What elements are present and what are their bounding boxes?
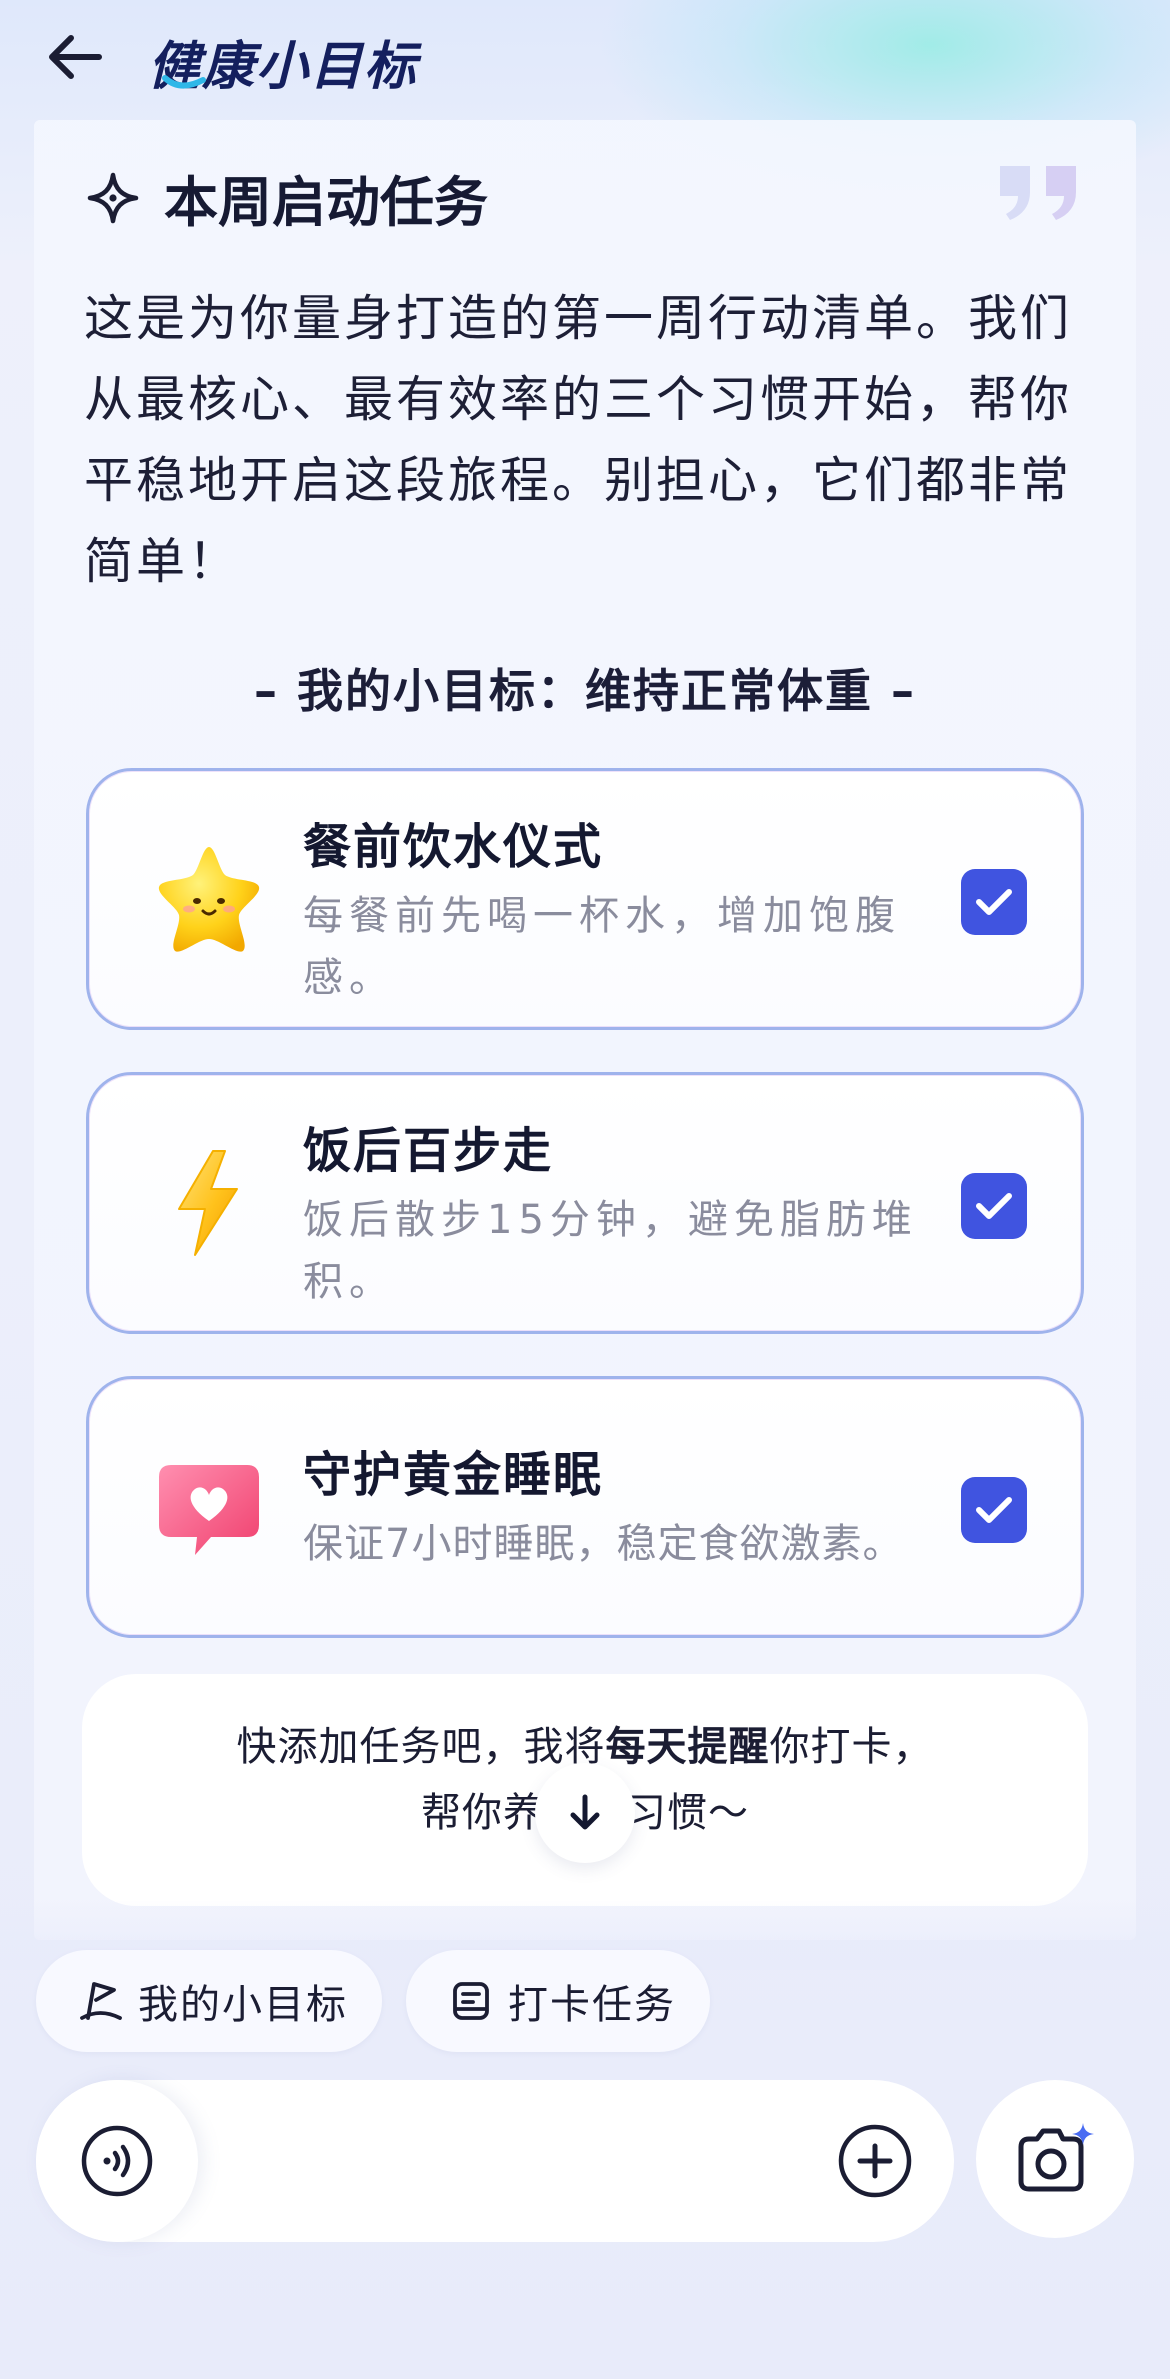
task-name: 守护黄金睡眠 xyxy=(303,1447,604,1503)
check-in-tasks-chip[interactable]: 打卡任务 xyxy=(406,1950,710,2052)
task-checkbox[interactable] xyxy=(961,869,1027,935)
flag-icon xyxy=(80,1982,122,2020)
heart-bubble-icon xyxy=(159,1465,259,1555)
star-face-icon xyxy=(158,847,260,952)
back-button[interactable] xyxy=(40,22,110,92)
checkmark-icon xyxy=(976,1193,1012,1219)
arrow-left-icon xyxy=(49,35,102,79)
my-goals-label: 我的小目标 xyxy=(138,1982,348,2028)
task-list-icon xyxy=(453,1982,489,2020)
section-title-row: 本周启动任务 xyxy=(84,158,488,237)
voice-wave-icon xyxy=(81,2125,153,2197)
task-card-sleep[interactable]: 守护黄金睡眠 保证7小时睡眠，稳定食欲激素。 xyxy=(86,1376,1084,1638)
camera-sparkle-icon xyxy=(1018,2123,1094,2192)
reminder-emphasis: 每天提醒 xyxy=(605,1724,770,1770)
voice-input-button[interactable] xyxy=(36,2080,198,2242)
scroll-to-bottom-button[interactable] xyxy=(535,1763,635,1863)
reminder-line-1-post: 你打卡， xyxy=(769,1724,934,1770)
task-card-walk[interactable]: 饭后百步走 饭后散步15分钟，避免脂肪堆积。 xyxy=(86,1072,1084,1334)
quote-mark-icon xyxy=(1000,166,1076,220)
task-name: 饭后百步走 xyxy=(303,1123,554,1179)
checkmark-icon xyxy=(976,889,1012,915)
section-title: 本周启动任务 xyxy=(164,171,488,234)
arrow-down-icon xyxy=(570,1794,600,1830)
sparkle-icon xyxy=(87,172,139,223)
title-swoosh-decoration xyxy=(162,75,206,89)
check-in-tasks-label: 打卡任务 xyxy=(508,1982,676,2028)
my-goals-chip[interactable]: 我的小目标 xyxy=(36,1950,382,2052)
checkmark-icon xyxy=(976,1497,1012,1523)
task-card-water[interactable]: 餐前饮水仪式 每餐前先喝一杯水，增加饱腹感。 xyxy=(86,768,1084,1030)
intro-text: 这是为你量身打造的第一周行动清单。我们从最核心、最有效率的三个习惯开始，帮你平稳… xyxy=(84,290,1073,590)
goal-heading: – 我的小目标：维持正常体重 – xyxy=(253,664,917,718)
task-description: 饭后散步15分钟，避免脂肪堆积。 xyxy=(303,1197,918,1305)
task-description: 保证7小时睡眠，稳定食欲激素。 xyxy=(303,1521,904,1567)
camera-button[interactable] xyxy=(976,2080,1134,2238)
add-button[interactable] xyxy=(834,2120,916,2202)
plus-circle-icon xyxy=(838,2124,912,2198)
task-name: 餐前饮水仪式 xyxy=(303,819,604,875)
task-checkbox[interactable] xyxy=(961,1173,1027,1239)
lightning-bolt-icon xyxy=(178,1150,238,1256)
header: 健康小目标 xyxy=(0,0,1170,115)
reminder-line-1-pre: 快添加任务吧，我将 xyxy=(236,1724,606,1770)
task-checkbox[interactable] xyxy=(961,1477,1027,1543)
task-description: 每餐前先喝一杯水，增加饱腹感。 xyxy=(303,893,901,1001)
